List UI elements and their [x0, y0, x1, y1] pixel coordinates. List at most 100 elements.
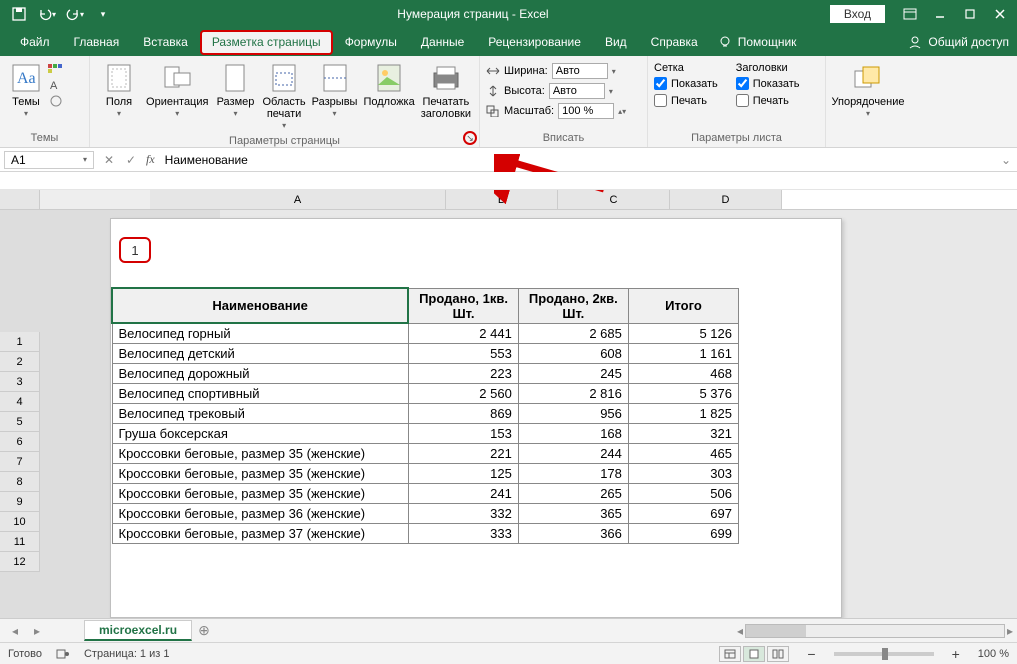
tab-nav-next[interactable]: ▸ [30, 624, 44, 638]
background-button[interactable]: Подложка [361, 60, 416, 110]
row-header[interactable]: 10 [0, 512, 40, 532]
col-header-D[interactable]: D [670, 190, 782, 209]
table-row[interactable]: Велосипед детский5536081 161 [112, 344, 739, 364]
view-page-break-button[interactable] [767, 646, 789, 662]
zoom-slider[interactable] [834, 652, 934, 656]
print-area-button[interactable]: Область печати▾ [260, 60, 307, 133]
row-header[interactable]: 3 [0, 372, 40, 392]
data-table[interactable]: Наименование Продано, 1кв. Шт. Продано, … [111, 287, 739, 544]
table-row[interactable]: Кроссовки беговые, размер 35 (женские)22… [112, 444, 739, 464]
share-button[interactable]: Общий доступ [900, 35, 1017, 49]
zoom-out-button[interactable]: − [803, 646, 819, 662]
row-header[interactable]: 8 [0, 472, 40, 492]
height-input[interactable] [549, 83, 605, 99]
col-header-A[interactable]: A [150, 190, 446, 209]
gridlines-show-check[interactable]: Показать [654, 76, 718, 91]
maximize-icon[interactable] [957, 2, 983, 26]
ribbon-options-icon[interactable] [897, 2, 923, 26]
tab-insert[interactable]: Вставка [131, 29, 200, 56]
margins-button[interactable]: Поля▾ [96, 60, 142, 121]
headings-show-check[interactable]: Показать [736, 76, 800, 91]
size-icon [219, 62, 251, 94]
close-icon[interactable] [987, 2, 1013, 26]
table-row[interactable]: Кроссовки беговые, размер 35 (женские)24… [112, 484, 739, 504]
tab-home[interactable]: Главная [62, 29, 132, 56]
table-row[interactable]: Кроссовки беговые, размер 35 (женские)12… [112, 464, 739, 484]
row-header[interactable]: 7 [0, 452, 40, 472]
row-header[interactable]: 4 [0, 392, 40, 412]
tab-view[interactable]: Вид [593, 29, 639, 56]
table-row[interactable]: Кроссовки беговые, размер 37 (женские)33… [112, 524, 739, 544]
theme-effects-button[interactable] [48, 94, 66, 108]
hscroll-left[interactable]: ◂ [737, 624, 743, 638]
expand-formula-icon[interactable]: ⌄ [995, 153, 1017, 167]
table-row[interactable]: Велосипед спортивный2 5602 8165 376 [112, 384, 739, 404]
redo-icon[interactable]: ▾ [62, 2, 88, 26]
zoom-in-button[interactable]: + [948, 646, 964, 662]
group-themes-label: Темы [6, 130, 83, 147]
theme-colors-button[interactable] [48, 62, 66, 76]
table-row[interactable]: Кроссовки беговые, размер 36 (женские)33… [112, 504, 739, 524]
bulb-icon [718, 35, 732, 49]
row-header[interactable]: 5 [0, 412, 40, 432]
hscroll-right[interactable]: ▸ [1007, 624, 1013, 638]
tab-data[interactable]: Данные [409, 29, 476, 56]
theme-fonts-button[interactable]: A [48, 78, 66, 92]
tab-review[interactable]: Рецензирование [476, 29, 593, 56]
login-button[interactable]: Вход [830, 5, 885, 23]
header-total[interactable]: Итого [628, 288, 738, 323]
tab-nav-prev[interactable]: ◂ [0, 624, 30, 638]
fx-icon[interactable]: fx [142, 152, 159, 167]
tell-me-label: Помощник [738, 35, 797, 49]
view-normal-button[interactable] [719, 646, 741, 662]
headings-print-check[interactable]: Печать [736, 93, 800, 108]
row-header[interactable]: 9 [0, 492, 40, 512]
name-box[interactable]: A1▾ [4, 151, 94, 169]
size-button[interactable]: Размер▾ [212, 60, 258, 121]
row-header[interactable]: 11 [0, 532, 40, 552]
accept-formula-icon[interactable]: ✓ [120, 153, 142, 167]
table-row[interactable]: Велосипед трековый8699561 825 [112, 404, 739, 424]
width-input[interactable] [552, 63, 608, 79]
header-name[interactable]: Наименование [112, 288, 408, 323]
scale-input[interactable] [558, 103, 614, 119]
row-header[interactable]: 1 [0, 332, 40, 352]
table-row[interactable]: Велосипед дорожный223245468 [112, 364, 739, 384]
tab-help[interactable]: Справка [639, 29, 710, 56]
undo-icon[interactable]: ▾ [34, 2, 60, 26]
gridlines-print-check[interactable]: Печать [654, 93, 718, 108]
tab-page-layout[interactable]: Разметка страницы [200, 30, 333, 55]
table-row[interactable]: Велосипед горный2 4412 6855 126 [112, 323, 739, 344]
themes-button[interactable]: Aa Темы▾ [6, 60, 46, 121]
select-all-corner[interactable] [0, 190, 40, 209]
breaks-button[interactable]: Разрывы▾ [310, 60, 360, 121]
qat-customize-icon[interactable]: ▾ [90, 2, 116, 26]
tab-formulas[interactable]: Формулы [333, 29, 409, 56]
header-q2[interactable]: Продано, 2кв. Шт. [518, 288, 628, 323]
macro-record-icon[interactable] [56, 648, 70, 660]
new-sheet-button[interactable]: ⊕ [192, 622, 216, 639]
row-header[interactable]: 6 [0, 432, 40, 452]
row-header[interactable]: 12 [0, 552, 40, 572]
orientation-button[interactable]: Ориентация▾ [144, 60, 210, 121]
cancel-formula-icon[interactable]: ✕ [98, 153, 120, 167]
minimize-icon[interactable] [927, 2, 953, 26]
status-ready: Готово [8, 648, 42, 660]
row-header[interactable]: 2 [0, 352, 40, 372]
page-setup-dialog-launcher[interactable]: ↘ [463, 131, 477, 145]
zoom-level[interactable]: 100 % [978, 648, 1009, 660]
sheet-tabs-strip: ◂ ▸ microexcel.ru ⊕ ◂ ▸ [0, 618, 1017, 642]
sheet-tab[interactable]: microexcel.ru [84, 620, 192, 641]
tab-file[interactable]: Файл [8, 29, 62, 56]
save-icon[interactable] [6, 2, 32, 26]
print-titles-button[interactable]: Печатать заголовки [419, 60, 473, 122]
formula-input[interactable] [159, 151, 995, 169]
view-page-layout-button[interactable] [743, 646, 765, 662]
tell-me[interactable]: Помощник [710, 35, 805, 49]
header-q1[interactable]: Продано, 1кв. Шт. [408, 288, 518, 323]
arrange-button[interactable]: Упорядочение▾ [832, 60, 904, 121]
table-row[interactable]: Груша боксерская153168321 [112, 424, 739, 444]
hscroll-bar[interactable] [745, 624, 1005, 638]
col-header-C[interactable]: C [558, 190, 670, 209]
col-header-B[interactable]: B [446, 190, 558, 209]
